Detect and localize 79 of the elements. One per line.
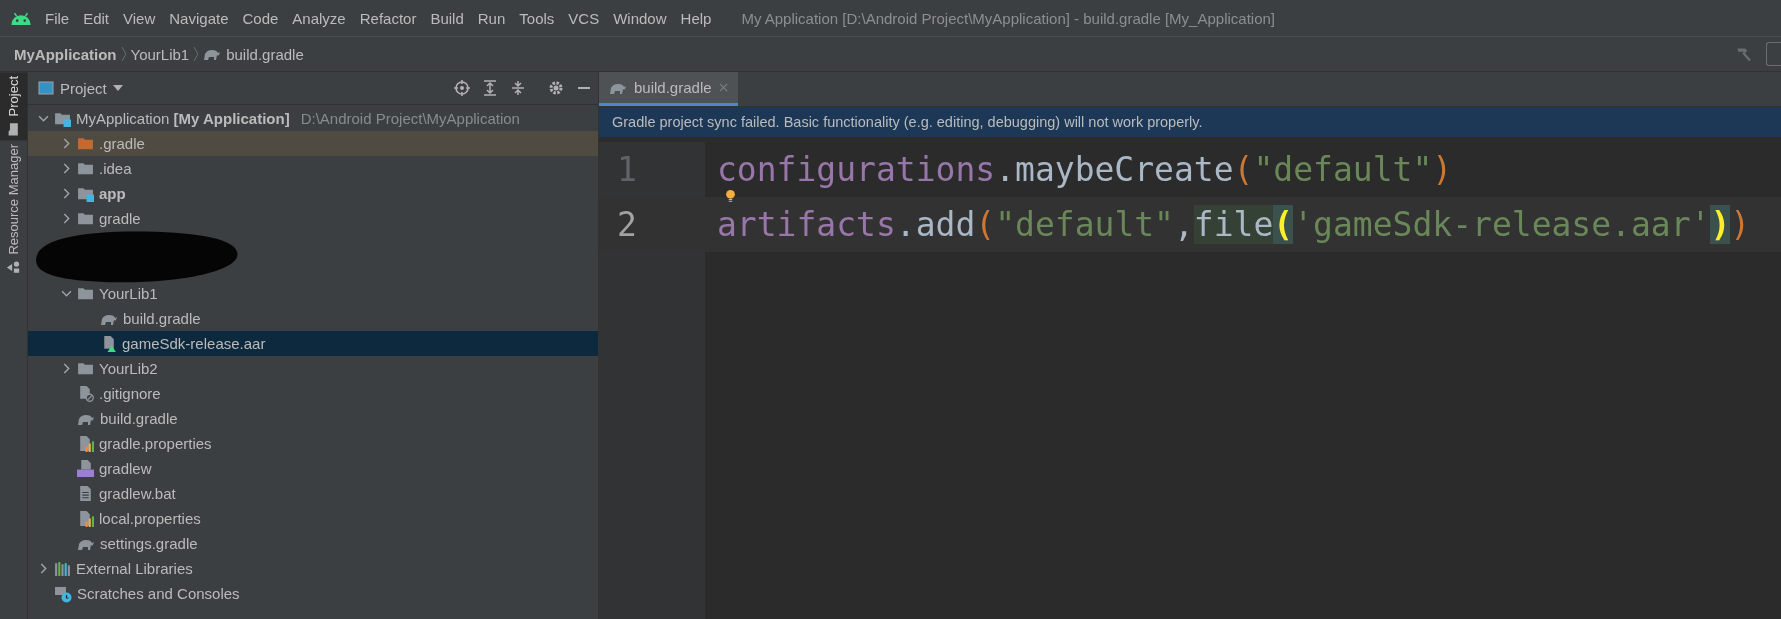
tree-item[interactable]: Scratches and Consoles xyxy=(28,581,598,606)
tree-item[interactable]: MyApplication [My Application] D:\Android Project\MyApplication xyxy=(28,106,598,131)
tree-item[interactable]: .gitignore xyxy=(28,381,598,406)
chart-file-icon xyxy=(77,510,94,527)
tree-item[interactable]: build.gradle xyxy=(28,406,598,431)
menu-item[interactable]: Navigate xyxy=(162,7,236,29)
menu-item[interactable]: Analyze xyxy=(285,7,353,29)
code-line: artifacts.add("default",file('gameSdk-release.aar')) xyxy=(717,205,1751,244)
tree-item[interactable]: YourLib2 xyxy=(28,356,598,381)
library-icon xyxy=(54,560,71,577)
folder-icon xyxy=(77,160,94,177)
menu-item[interactable]: Run xyxy=(470,7,513,29)
tree-item[interactable]: gradlew xyxy=(28,456,598,481)
script-file-icon xyxy=(77,460,94,477)
chart-file-icon xyxy=(77,435,94,452)
menu-item[interactable]: Tools xyxy=(512,7,562,29)
chevron-right-icon[interactable] xyxy=(61,163,72,174)
tree-item[interactable]: gameSdk-release.aar xyxy=(28,331,598,356)
chevron-right-icon[interactable] xyxy=(38,563,49,574)
tree-item[interactable]: gradle.properties xyxy=(28,431,598,456)
breadcrumb[interactable]: MyApplication xyxy=(14,45,117,63)
breadcrumb[interactable]: build.gradle xyxy=(203,45,304,63)
tree-item[interactable]: app xyxy=(28,181,598,206)
folder-icon xyxy=(77,285,94,302)
project-path: D:\Android Project\MyApplication xyxy=(300,110,520,127)
tree-item[interactable]: YourLib1 xyxy=(28,281,598,306)
menu-item[interactable]: Refactor xyxy=(352,7,424,29)
chevron-right-icon[interactable] xyxy=(61,188,72,199)
text-file-icon xyxy=(77,485,94,502)
chevron-down-icon[interactable] xyxy=(38,113,49,124)
folder-icon xyxy=(77,135,94,152)
tree-item[interactable]: .gradle xyxy=(28,131,598,156)
tree-item[interactable]: .idea xyxy=(28,156,598,181)
light-bulb-icon[interactable] xyxy=(725,189,736,203)
menu-item[interactable]: View xyxy=(116,7,163,29)
tree-item[interactable]: gradlew.bat xyxy=(28,481,598,506)
elephant-icon xyxy=(203,47,222,61)
ignore-file-icon xyxy=(77,385,94,402)
tree-item[interactable]: gradle xyxy=(28,206,598,231)
separator-icon xyxy=(120,46,127,62)
tool-window-tab[interactable]: Resource Manager xyxy=(0,140,27,280)
locate-icon[interactable] xyxy=(454,80,470,96)
hammer-icon xyxy=(1735,45,1753,63)
module-folder-icon xyxy=(54,110,71,127)
menu-item[interactable]: VCS xyxy=(561,7,607,29)
settings-icon[interactable] xyxy=(548,80,564,96)
chevron-right-icon[interactable] xyxy=(61,363,72,374)
sync-warning-banner: Gradle project sync failed. Basic functionality (e.g. editing, debugging) will not work properly. xyxy=(599,107,1781,137)
folder-icon xyxy=(6,122,21,137)
breadcrumb[interactable]: YourLib1 xyxy=(130,45,190,63)
tree-item[interactable]: build.gradle xyxy=(28,306,598,331)
tree-item[interactable]: local.properties xyxy=(28,506,598,531)
tree-item[interactable]: settings.gradle xyxy=(28,531,598,556)
shapes-icon xyxy=(6,261,21,276)
collapse-all-icon[interactable] xyxy=(510,80,526,96)
chevron-right-icon[interactable] xyxy=(61,138,72,149)
console-clock-icon xyxy=(54,584,72,603)
folder-icon xyxy=(77,210,94,227)
menu-item[interactable]: Edit xyxy=(76,7,117,29)
folder-icon xyxy=(77,360,94,377)
menu-item[interactable]: Code xyxy=(235,7,286,29)
menu-item[interactable]: Window xyxy=(606,7,674,29)
chevron-down-icon[interactable] xyxy=(61,288,72,299)
window-title: My Application [D:\Android Project\MyApplication] - build.gradle [My_Application] xyxy=(741,9,1275,27)
chevron-right-icon[interactable] xyxy=(61,213,72,224)
editor-tab[interactable]: build.gradle xyxy=(599,72,738,106)
code-line: configurations.maybeCreate("default") xyxy=(717,150,1453,189)
menu-item[interactable]: Build xyxy=(423,7,471,29)
menu-item[interactable]: Help xyxy=(673,7,719,29)
android-logo xyxy=(10,10,32,26)
panel-title-dropdown[interactable]: Project xyxy=(38,79,123,97)
tool-window-tab[interactable]: Project xyxy=(0,72,27,141)
menu-item[interactable]: File xyxy=(38,7,77,29)
module-folder-icon xyxy=(77,185,94,202)
caret-icon xyxy=(112,85,123,91)
separator-icon xyxy=(193,46,200,62)
expand-all-icon[interactable] xyxy=(482,80,498,96)
tree-item[interactable]: External Libraries xyxy=(28,556,598,581)
window-icon xyxy=(38,80,54,96)
